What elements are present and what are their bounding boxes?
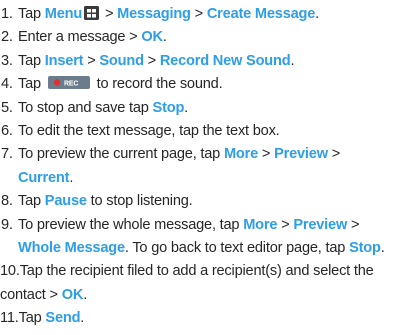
step-text: > xyxy=(347,216,360,233)
step-text: . xyxy=(290,52,295,69)
step-text: Tap xyxy=(18,310,46,327)
step-number: 9. xyxy=(1,216,13,233)
step-item: 4. Tap REC to record the sound. xyxy=(0,73,415,96)
step-number: 1. xyxy=(1,6,13,22)
steps-list: 1. Tap Menu > Messaging > Create Message.… xyxy=(0,3,415,331)
step-text: contact > xyxy=(0,286,62,303)
step-item: 10.Tap the recipient filed to add a reci… xyxy=(0,260,415,307)
step-text: > xyxy=(277,216,294,233)
cropped-heading xyxy=(0,0,417,1)
record-button-icon: REC xyxy=(47,74,90,90)
ui-keyword: Current xyxy=(18,169,70,186)
step-number: 6. xyxy=(1,123,13,140)
step-text: To preview the whole message, tap xyxy=(18,216,244,233)
step-item: 8. Tap Pause to stop listening. xyxy=(0,190,415,213)
step-text: > xyxy=(327,146,341,163)
step-text: to stop listening. xyxy=(86,193,193,210)
ui-keyword: Stop xyxy=(152,99,185,116)
ui-keyword: Whole Message xyxy=(18,240,125,257)
step-text: Tap xyxy=(18,193,45,210)
step-text: Tap the recipient filed to add a recipie… xyxy=(19,263,374,280)
step-text: Tap xyxy=(18,76,45,93)
step-number: 4. xyxy=(1,76,13,93)
ui-keyword: Menu xyxy=(44,6,83,22)
step-text: > xyxy=(258,146,275,163)
step-item: 9. To preview the whole message, tap More… xyxy=(0,214,415,261)
ui-keyword: More xyxy=(243,216,278,233)
instructions-document: 1. Tap Menu > Messaging > Create Message.… xyxy=(0,0,417,335)
step-text: . xyxy=(184,99,189,116)
ui-keyword: OK xyxy=(61,286,84,303)
step-text: . xyxy=(380,240,385,257)
step-item: 11.Tap Send. xyxy=(0,307,415,330)
ui-keyword: Preview xyxy=(274,146,328,163)
ui-keyword: Send xyxy=(45,310,81,327)
ui-keyword: Insert xyxy=(44,52,84,69)
step-item: 7. To preview the current page, tap More … xyxy=(0,143,415,190)
step-text: . xyxy=(83,286,88,303)
ui-keyword: Create Message xyxy=(206,6,316,22)
step-number: 10. xyxy=(0,263,20,280)
step-text: . To go back to text editor page, tap xyxy=(124,240,350,257)
step-item: 2. Enter a message > OK. xyxy=(0,26,415,49)
step-text: > xyxy=(101,6,118,22)
step-number: 11. xyxy=(0,310,19,327)
step-number: 7. xyxy=(1,146,13,163)
step-text: To edit the text message, tap the text b… xyxy=(18,123,280,140)
ui-keyword: OK xyxy=(141,29,163,46)
menu-grid-icon xyxy=(84,5,100,20)
step-text: > xyxy=(83,52,100,69)
step-item: 1. Tap Menu > Messaging > Create Message. xyxy=(0,3,415,26)
step-text: . xyxy=(162,29,167,46)
ui-keyword: Pause xyxy=(44,193,87,210)
step-text: . xyxy=(315,6,320,22)
ui-keyword: More xyxy=(223,146,259,163)
ui-keyword: Record New Sound xyxy=(159,52,291,69)
step-text: . xyxy=(69,169,74,186)
step-text: Tap xyxy=(18,52,45,69)
step-number: 8. xyxy=(1,193,13,210)
ui-keyword: Preview xyxy=(293,216,348,233)
step-text: To preview the current page, tap xyxy=(18,146,224,163)
step-number: 3. xyxy=(1,52,13,69)
step-text: > xyxy=(143,52,160,69)
step-item: 3. Tap Insert > Sound > Record New Sound. xyxy=(0,50,415,73)
step-item: 6. To edit the text message, tap the text… xyxy=(0,120,415,143)
step-text: > xyxy=(190,6,207,22)
ui-keyword: Stop xyxy=(349,240,381,257)
step-text: Enter a message > xyxy=(18,29,142,46)
step-text: Tap xyxy=(18,6,45,22)
step-item: 5. To stop and save tap Stop. xyxy=(0,97,415,120)
ui-keyword: Sound xyxy=(99,52,144,69)
step-text: To stop and save tap xyxy=(18,99,153,116)
step-text: to record the sound. xyxy=(92,76,223,93)
step-number: 5. xyxy=(1,99,13,116)
record-label: REC xyxy=(64,81,78,88)
step-number: 2. xyxy=(1,29,13,46)
ui-keyword: Messaging xyxy=(117,6,191,22)
step-text: . xyxy=(80,310,85,327)
